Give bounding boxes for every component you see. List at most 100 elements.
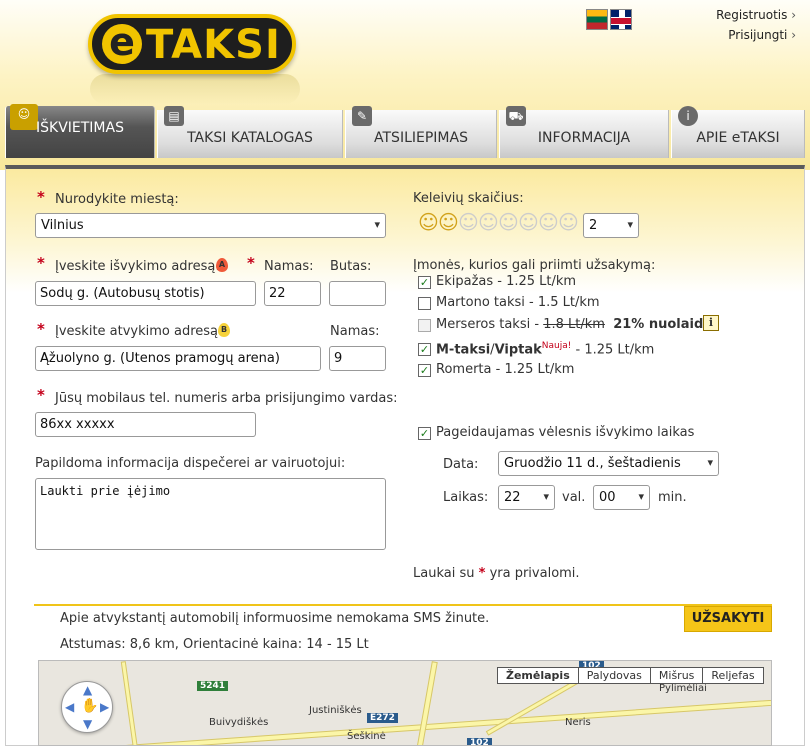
passenger-person-icon[interactable]: ☺ [498, 210, 519, 234]
hour-select[interactable]: 22 ▾ [498, 485, 555, 510]
car-icon: ⛟ [506, 106, 526, 126]
info-icon: i [678, 106, 698, 126]
from-address-label: Įveskite išvykimo adresą: [55, 259, 220, 274]
feedback-icon: ✎ [352, 106, 372, 126]
info-label: Papildoma informacija dispečerei ar vair… [35, 456, 346, 471]
romerta-checkbox[interactable]: ✓ [418, 364, 431, 377]
required-note: Laukai su * yra privalomi. [413, 566, 580, 581]
chevron-down-icon: ▾ [543, 490, 549, 503]
phone-label: Jūsų mobilaus tel. numeris arba prisijun… [55, 391, 398, 406]
etaksi-logo[interactable]: e TAKSI [88, 14, 296, 74]
route-map[interactable]: 5241 E272 102 102 Justiniškės Buivydiškė… [38, 660, 772, 746]
company-romerta: Romerta - 1.25 Lt/km [436, 362, 575, 377]
catalog-icon: ▤ [164, 106, 184, 126]
end-marker-icon: B [218, 323, 230, 337]
from-address-input[interactable]: Sodų g. (Autobusų stotis) [35, 281, 256, 306]
lithuanian-flag-icon[interactable] [586, 9, 608, 30]
mtaksi-checkbox[interactable]: ✓ [418, 343, 431, 356]
map-type-hybrid[interactable]: Mišrus [649, 668, 703, 683]
map-road [416, 661, 438, 745]
map-label: Buivydiškės [209, 717, 269, 728]
company-merseros: Merseros taksi - 1.8 Lt/km 21% nuolaida [436, 317, 713, 332]
tab-apie-etaksi[interactable]: i APIE eTAKSI [671, 106, 805, 158]
city-value: Vilnius [41, 218, 84, 233]
passenger-person-icon[interactable]: ☺ [478, 210, 499, 234]
register-link[interactable]: Registruotis [716, 8, 796, 22]
to-house-label: Namas: [330, 324, 380, 339]
chevron-down-icon: ▾ [707, 456, 713, 469]
passenger-person-icon[interactable]: ☺ [538, 210, 559, 234]
pan-down-icon[interactable]: ▼ [83, 717, 92, 731]
discount-info-icon[interactable]: i [703, 315, 719, 331]
later-time-checkbox[interactable]: ✓ [418, 427, 431, 440]
divider [34, 604, 772, 606]
date-value: Gruodžio 11 d., šeštadienis [504, 456, 681, 471]
tab-atsiliepimas[interactable]: ✎ ATSILIEPIMAS [345, 106, 497, 158]
map-label: Pylimėliai [659, 683, 707, 694]
logo-reflection [90, 74, 300, 104]
map-type-switcher: Žemėlapis Palydovas Mišrus Reljefas [497, 667, 764, 684]
merseros-checkbox[interactable] [418, 319, 431, 332]
from-house-input[interactable]: 22 [264, 281, 321, 306]
distance-info: Atstumas: 8,6 km, Orientacinė kaina: 14 … [60, 637, 369, 652]
to-address-label: Įveskite atvykimo adresą: [55, 324, 223, 339]
date-select[interactable]: Gruodžio 11 d., šeštadienis ▾ [498, 451, 719, 476]
map-pan-control[interactable]: ▲ ▼ ◀ ▶ ✋ [61, 681, 113, 733]
chevron-down-icon: ▾ [627, 218, 633, 231]
hand-icon: ✋ [81, 698, 99, 714]
logo-text: TAKSI [146, 22, 281, 68]
road-shield: E272 [367, 713, 398, 723]
passenger-count-value: 2 [589, 218, 598, 233]
passenger-person-icon[interactable]: ☺ [418, 210, 439, 234]
hour-value: 22 [504, 490, 521, 505]
required-star: * [37, 386, 45, 404]
required-star: * [37, 320, 45, 338]
company-mtaksi: M-taksi/ViptakNauja! - 1.25 Lt/km [436, 341, 655, 358]
map-label: Neris [565, 717, 591, 728]
tab-label: INFORMACIJA [537, 130, 631, 146]
to-address-input[interactable]: Ąžuolyno g. (Utenos pramogų arena) [35, 346, 321, 371]
minute-select[interactable]: 00 ▾ [593, 485, 650, 510]
martono-checkbox[interactable] [418, 297, 431, 310]
tab-label: TAKSI KATALOGAS [187, 130, 313, 146]
passenger-person-icon[interactable]: ☺ [558, 210, 579, 234]
english-flag-icon[interactable] [610, 9, 632, 30]
hour-unit-label: val. [562, 490, 586, 505]
map-type-satellite[interactable]: Palydovas [577, 668, 650, 683]
map-type-terrain[interactable]: Reljefas [702, 668, 762, 683]
sms-note: Apie atvykstantį automobilį informuosime… [60, 611, 490, 626]
logo-e-letter: e [102, 23, 142, 64]
minute-unit-label: min. [658, 490, 687, 505]
passenger-person-icon[interactable]: ☺ [518, 210, 539, 234]
tab-iskvietimas[interactable]: ☺ IŠKVIETIMAS [5, 104, 155, 158]
ekipazas-checkbox[interactable]: ✓ [418, 276, 431, 289]
passenger-count-select[interactable]: 2 ▾ [583, 213, 639, 238]
passenger-person-icon[interactable]: ☺ [458, 210, 479, 234]
login-link[interactable]: Prisijungti [728, 28, 796, 42]
road-shield: 102 [467, 738, 492, 745]
chevron-down-icon: ▾ [374, 218, 380, 231]
from-flat-label: Butas: [330, 259, 372, 274]
phone-input[interactable]: 86xx xxxxx [35, 412, 256, 437]
from-house-label: Namas: [264, 259, 314, 274]
from-flat-input[interactable] [329, 281, 386, 306]
required-star: * [37, 188, 45, 206]
date-label: Data: [443, 457, 479, 472]
info-textarea[interactable]: Laukti prie įėjimo [35, 478, 386, 550]
map-type-map[interactable]: Žemėlapis [498, 668, 578, 683]
minute-value: 00 [599, 490, 616, 505]
tab-taksi-katalogas[interactable]: ▤ TAKSI KATALOGAS [157, 106, 343, 158]
main-nav-tabs: ☺ IŠKVIETIMAS ▤ TAKSI KATALOGAS ✎ ATSILI… [5, 104, 805, 158]
pan-up-icon[interactable]: ▲ [83, 683, 92, 697]
passengers-label: Keleivių skaičius: [413, 191, 524, 206]
pan-right-icon[interactable]: ▶ [100, 700, 109, 714]
map-label: Justiniškės [309, 705, 362, 716]
tab-label: APIE eTAKSI [696, 130, 780, 146]
tab-informacija[interactable]: ⛟ INFORMACIJA [499, 106, 669, 158]
city-select[interactable]: Vilnius ▾ [35, 213, 386, 238]
pan-left-icon[interactable]: ◀ [65, 700, 74, 714]
order-button[interactable]: UŽSAKYTI [684, 606, 772, 632]
passenger-person-icon[interactable]: ☺ [438, 210, 459, 234]
tab-label: ATSILIEPIMAS [374, 130, 468, 146]
to-house-input[interactable]: 9 [329, 346, 386, 371]
